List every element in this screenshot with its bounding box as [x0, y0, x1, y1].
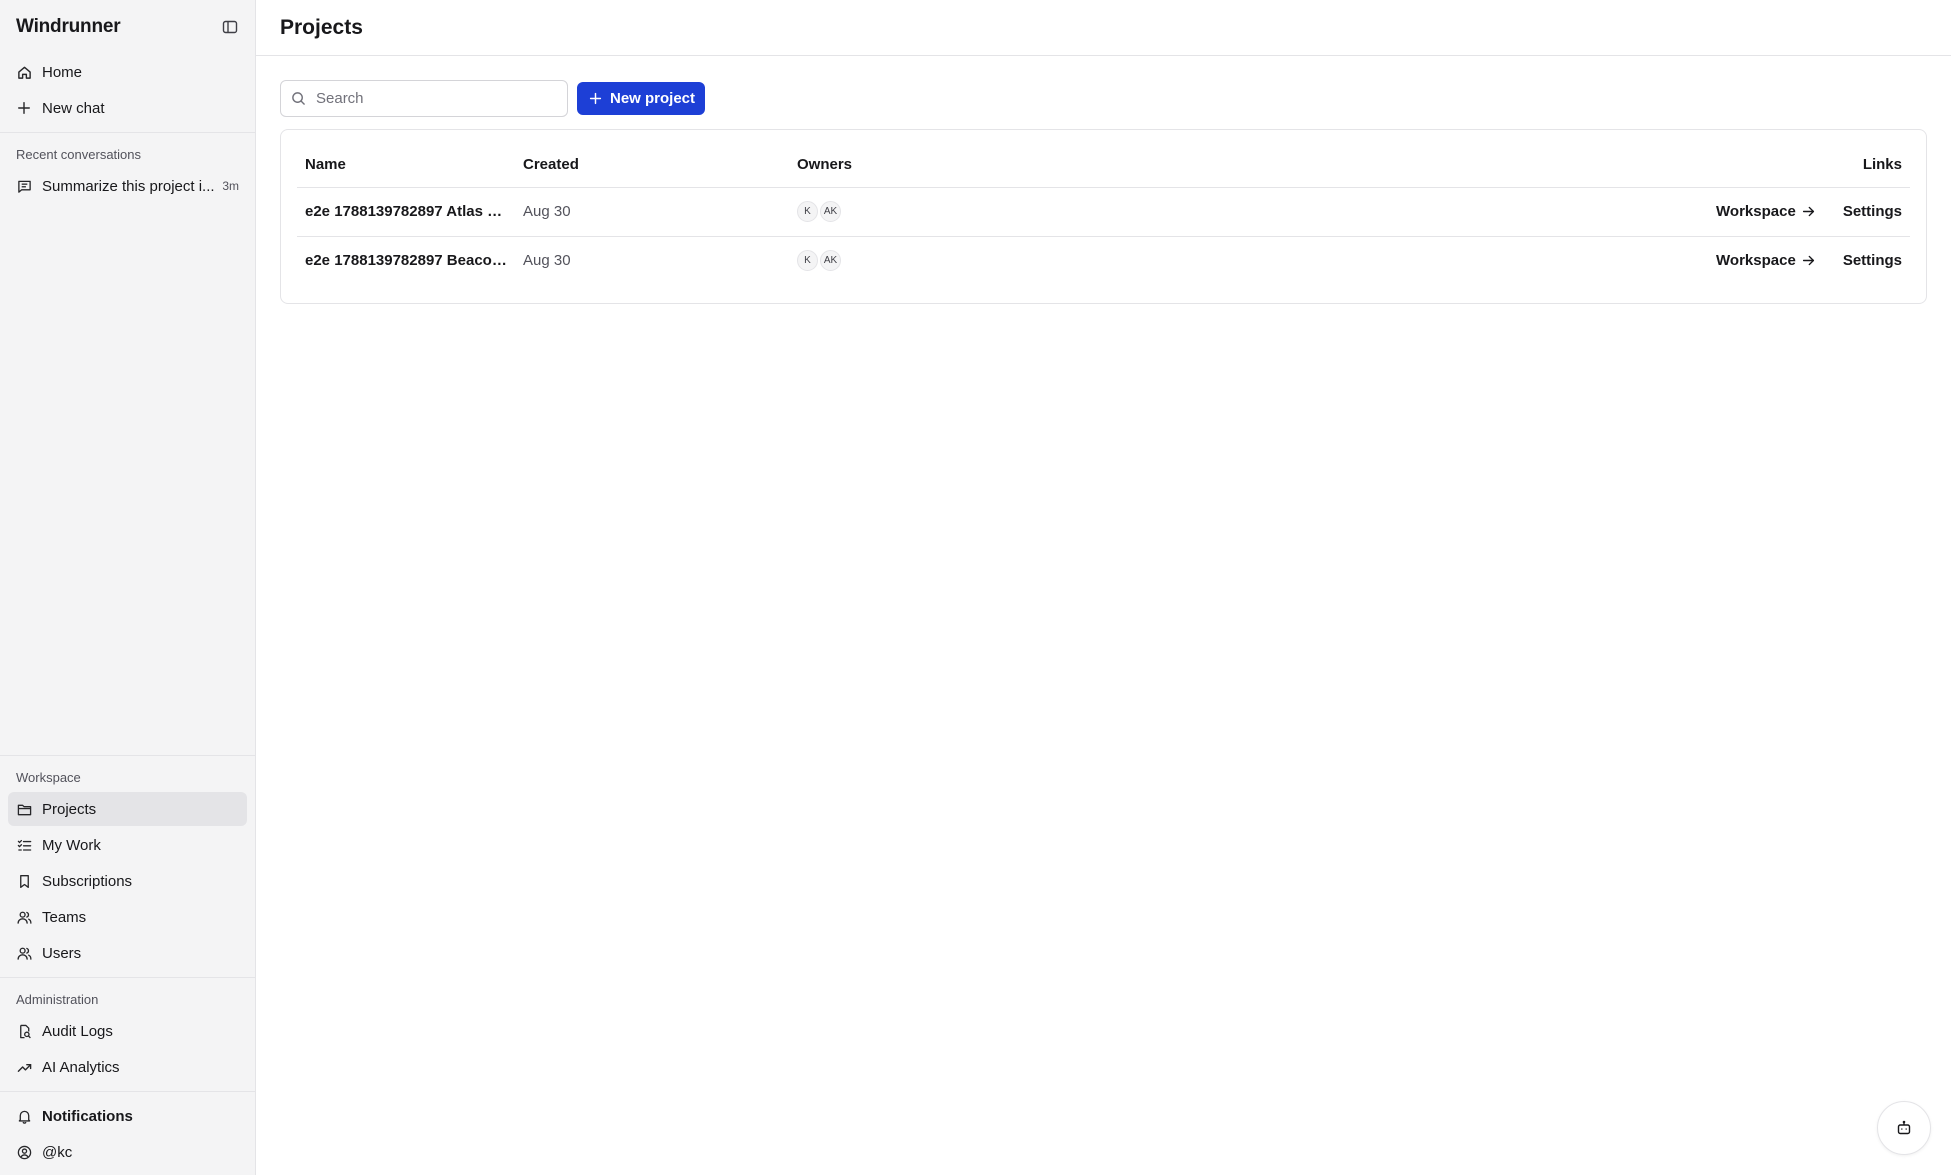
page-title: Projects: [280, 15, 363, 39]
table-row[interactable]: e2e 1788139782897 Beacon... Aug 30 K AK …: [297, 236, 1910, 285]
sidebar-item-teams[interactable]: Teams: [8, 900, 247, 934]
user-circle-icon: [16, 1144, 32, 1160]
bot-icon: [1896, 1120, 1912, 1136]
owner-avatar: AK: [820, 201, 841, 222]
project-owners: K AK: [789, 187, 1009, 237]
table-header-row: Name Created Owners Links: [297, 142, 1910, 188]
workspace-section-label: Workspace: [16, 770, 81, 785]
app-title: Windrunner: [16, 16, 121, 37]
projects-table: Name Created Owners Links e2e 1788139782…: [297, 142, 1910, 285]
conversation-time: 3m: [222, 179, 239, 193]
owner-avatar: K: [797, 201, 818, 222]
table-row[interactable]: e2e 1788139782897 Atlas —... Aug 30 K AK…: [297, 187, 1910, 237]
arrow-right-icon: [1802, 205, 1815, 218]
column-header-name[interactable]: Name: [297, 142, 515, 188]
sidebar-toggle-icon[interactable]: [219, 16, 241, 38]
workspace-link-label: Workspace: [1716, 203, 1796, 220]
file-search-icon: [16, 1023, 32, 1039]
sidebar-item-my-work[interactable]: My Work: [8, 828, 247, 862]
project-created-date: Aug 30: [515, 187, 789, 237]
users-icon: [16, 909, 32, 925]
main-header: Projects: [256, 0, 1951, 56]
search-box[interactable]: [280, 80, 568, 117]
sidebar-item-label: Audit Logs: [42, 1022, 113, 1040]
conversation-title: Summarize this project i...: [42, 177, 215, 195]
main-content: Projects New project Name: [256, 0, 1951, 1175]
project-links: Workspace Settings: [1009, 236, 1910, 285]
new-project-label: New project: [610, 90, 696, 107]
sidebar-item-label: New chat: [42, 99, 105, 117]
sidebar-item-label: @kc: [42, 1143, 73, 1161]
list-checks-icon: [16, 837, 32, 853]
sidebar: Windrunner Home New chat Recent conversa…: [0, 0, 256, 1175]
workspace-link[interactable]: Workspace: [1716, 252, 1815, 269]
divider: [0, 132, 255, 133]
sidebar-item-projects[interactable]: Projects: [8, 792, 247, 826]
plus-icon: [589, 92, 602, 105]
column-header-owners: Owners: [789, 142, 1009, 188]
message-icon: [16, 178, 32, 194]
workspace-link-label: Workspace: [1716, 252, 1796, 270]
search-input[interactable]: [316, 90, 557, 107]
project-links: Workspace Settings: [1009, 187, 1910, 237]
divider: [0, 977, 255, 978]
projects-table-card: Name Created Owners Links e2e 1788139782…: [280, 129, 1927, 304]
project-name[interactable]: e2e 1788139782897 Atlas —...: [297, 187, 515, 237]
bookmark-icon: [16, 873, 32, 889]
settings-link[interactable]: Settings: [1843, 203, 1902, 220]
new-project-button[interactable]: New project: [577, 82, 706, 115]
project-owners: K AK: [789, 236, 1009, 285]
sidebar-item-label: Users: [42, 944, 82, 962]
column-header-created[interactable]: Created: [515, 142, 789, 188]
sidebar-item-label: AI Analytics: [42, 1058, 120, 1076]
folder-icon: [16, 801, 32, 817]
conversation-item[interactable]: Summarize this project i... 3m: [8, 169, 247, 203]
sidebar-item-label: Projects: [42, 800, 97, 818]
owner-avatar: K: [797, 250, 818, 272]
sidebar-item-label: Teams: [42, 908, 87, 926]
sidebar-item-label: Home: [42, 63, 83, 81]
column-header-links: Links: [1009, 142, 1910, 188]
settings-link[interactable]: Settings: [1843, 252, 1902, 269]
sidebar-item-users[interactable]: Users: [8, 936, 247, 970]
owner-avatar: AK: [820, 250, 841, 272]
search-icon: [291, 91, 306, 106]
project-name[interactable]: e2e 1788139782897 Beacon...: [297, 236, 515, 285]
sidebar-item-new-chat[interactable]: New chat: [8, 91, 247, 125]
assistant-fab-button[interactable]: [1877, 1101, 1931, 1155]
sidebar-item-ai-analytics[interactable]: AI Analytics: [8, 1050, 247, 1084]
home-icon: [16, 64, 32, 80]
project-created-date: Aug 30: [523, 252, 571, 270]
sidebar-header: Windrunner: [0, 0, 255, 54]
arrow-right-icon: [1802, 254, 1815, 267]
divider: [0, 1091, 255, 1092]
sidebar-item-label: Notifications: [42, 1107, 133, 1125]
sidebar-item-label: Subscriptions: [42, 872, 133, 890]
sidebar-item-home[interactable]: Home: [8, 55, 247, 89]
plus-icon: [16, 100, 32, 116]
users-icon: [16, 945, 32, 961]
sidebar-item-audit-logs[interactable]: Audit Logs: [8, 1014, 247, 1048]
workspace-link[interactable]: Workspace: [1716, 203, 1815, 220]
bell-icon: [16, 1108, 32, 1124]
divider: [0, 755, 255, 756]
sidebar-item-subscriptions[interactable]: Subscriptions: [8, 864, 247, 898]
sidebar-item-notifications[interactable]: Notifications: [8, 1099, 247, 1133]
sidebar-item-label: My Work: [42, 836, 101, 854]
administration-section-label: Administration: [16, 992, 99, 1007]
trending-up-icon: [16, 1059, 32, 1075]
toolbar: New project: [256, 56, 1951, 129]
recent-conversations-label: Recent conversations: [16, 147, 142, 162]
sidebar-item-user-profile[interactable]: @kc: [8, 1135, 247, 1169]
